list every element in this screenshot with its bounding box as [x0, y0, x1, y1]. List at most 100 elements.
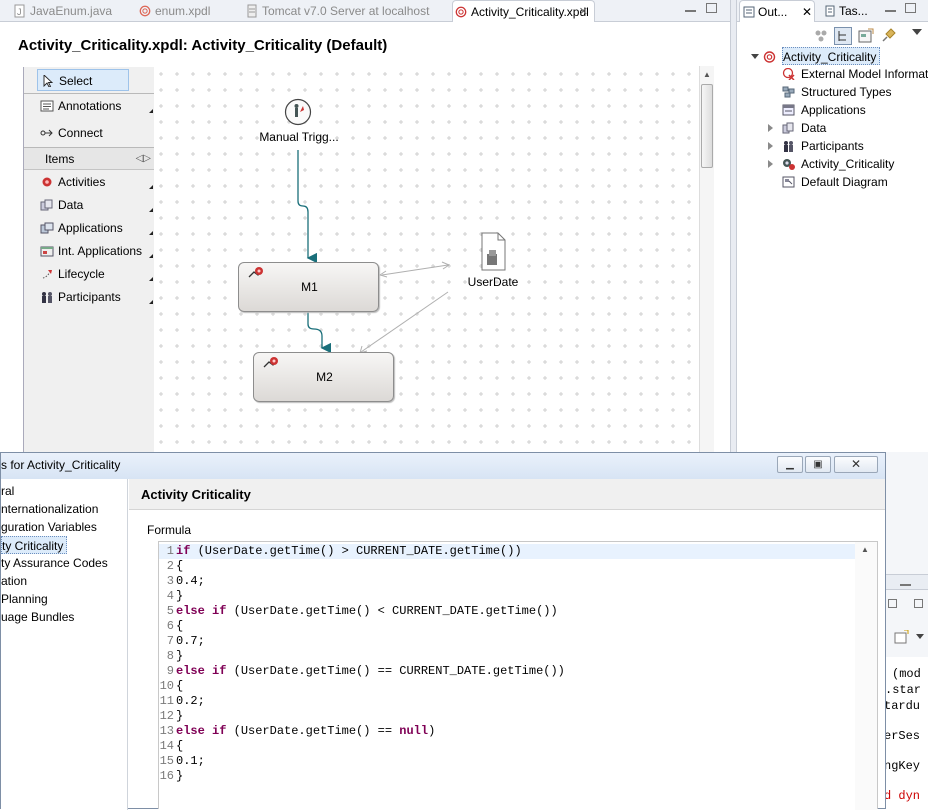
nav-item[interactable]: uage Bundles: [1, 608, 74, 626]
editor-tab-activity-criticality[interactable]: Activity_Criticality.xpdl ✕: [452, 0, 595, 22]
minimize-icon[interactable]: [885, 9, 896, 12]
code-line[interactable]: 10{: [159, 679, 855, 694]
nav-item-selected[interactable]: ty Criticality: [1, 536, 68, 554]
chevron-icon: [149, 277, 153, 281]
nav-item[interactable]: Planning: [1, 590, 48, 608]
palette-items-drawer-header[interactable]: Items ◁▷: [24, 148, 154, 170]
code-line[interactable]: 14{: [159, 739, 855, 754]
tab-tasks[interactable]: Tas...: [821, 0, 868, 22]
minimize-button[interactable]: ▁: [777, 456, 803, 473]
activity-m1[interactable]: M1: [238, 262, 379, 312]
manual-trigger-node[interactable]: [284, 98, 312, 126]
maximize-icon[interactable]: [706, 3, 717, 13]
activity-m2[interactable]: M2: [253, 352, 394, 402]
tab-outline[interactable]: Out... ✕: [739, 0, 815, 22]
outline-item-data[interactable]: Data: [768, 119, 827, 137]
code-line[interactable]: 4}: [159, 589, 855, 604]
formula-editor[interactable]: 1 if (UserDate.getTime() > CURRENT_DATE.g…: [158, 541, 878, 810]
close-button[interactable]: ✕: [834, 456, 878, 473]
code-line[interactable]: 15 0.1;: [159, 754, 855, 769]
tasks-icon: [825, 5, 835, 17]
outline-item-structured-types[interactable]: Structured Types: [782, 83, 892, 101]
expand-icon[interactable]: [768, 160, 773, 168]
expand-icon[interactable]: [751, 54, 759, 59]
code-line[interactable]: 11 0.2;: [159, 694, 855, 709]
view-icon[interactable]: [888, 599, 897, 608]
palette-item-activities[interactable]: Activities: [24, 171, 154, 193]
scroll-up-icon[interactable]: ▲: [703, 70, 711, 79]
palette-annotations-tool[interactable]: Annotations: [24, 95, 154, 117]
outline-item-participants[interactable]: Participants: [768, 137, 864, 155]
palette-item-applications[interactable]: Applications: [24, 217, 154, 239]
code-text: 0.1;: [176, 754, 205, 769]
code-line[interactable]: 5 else if (UserDate.getTime() < CURRENT_D…: [159, 604, 855, 619]
chevron-down-icon[interactable]: [916, 634, 924, 639]
code-line[interactable]: 3 0.4;: [159, 574, 855, 589]
nav-item[interactable]: nternationalization: [1, 500, 98, 518]
scroll-thumb[interactable]: [701, 84, 713, 168]
expand-icon[interactable]: [768, 124, 773, 132]
close-icon[interactable]: ✕: [802, 1, 812, 23]
nav-item[interactable]: ty Assurance Codes: [1, 554, 108, 572]
editor-tab-enum-xpdl[interactable]: enum.xpdl: [137, 0, 210, 22]
nav-item[interactable]: ral: [1, 482, 14, 500]
maximize-icon[interactable]: [905, 3, 916, 13]
dialog-title: s for Activity_Criticality: [1, 458, 121, 472]
palette-item-lifecycle[interactable]: Lifecycle: [24, 263, 154, 285]
editor-scrollbar[interactable]: ▲: [855, 542, 877, 810]
code-line[interactable]: 8}: [159, 649, 855, 664]
minimize-icon: ▁: [786, 459, 794, 470]
code-line[interactable]: 2{: [159, 559, 855, 574]
minimize-icon[interactable]: [900, 583, 911, 586]
code-line[interactable]: 16}: [159, 769, 855, 784]
maximize-button[interactable]: ▣: [805, 456, 831, 473]
editor-tab-tomcat[interactable]: Tomcat v7.0 Server at localhost: [244, 0, 429, 22]
svg-text:J: J: [17, 7, 22, 17]
editor-tab-javaenum[interactable]: J JavaEnum.java: [12, 0, 112, 22]
palette-connect-tool[interactable]: Connect: [24, 122, 154, 144]
code-line[interactable]: 6{: [159, 619, 855, 634]
code-token: (UserDate.getTime() == CURRENT_DATE.getT…: [226, 664, 565, 678]
view-icon[interactable]: [914, 599, 923, 608]
minimize-icon[interactable]: [685, 9, 696, 12]
outline-item-process[interactable]: Activity_Criticality: [768, 155, 894, 173]
close-icon[interactable]: ✕: [579, 1, 588, 23]
code-line[interactable]: 13 else if (UserDate.getTime() == null): [159, 724, 855, 739]
code-line[interactable]: 12}: [159, 709, 855, 724]
collapse-icon[interactable]: ◁▷: [136, 148, 151, 170]
outline-item-default-diagram[interactable]: Default Diagram: [782, 173, 888, 191]
canvas-scrollbar[interactable]: ▲: [699, 66, 714, 452]
new-item-icon[interactable]: [894, 630, 910, 644]
palette-item-int-applications[interactable]: Int. Applications: [24, 240, 154, 262]
view-menu-icon[interactable]: [912, 29, 922, 35]
view-sash[interactable]: [730, 0, 737, 452]
code-token: }: [176, 709, 184, 723]
palette-select-tool[interactable]: Select: [37, 69, 129, 91]
code-line[interactable]: 1 if (UserDate.getTime() > CURRENT_DATE.g…: [159, 544, 855, 559]
outline-item-label: Data: [801, 121, 827, 135]
tree-view-icon[interactable]: [834, 27, 852, 45]
annotation-icon: [40, 100, 54, 112]
dialog-titlebar[interactable]: s for Activity_Criticality ▁ ▣ ✕: [1, 453, 885, 479]
code-line[interactable]: 7 0.7;: [159, 634, 855, 649]
scroll-up-icon[interactable]: ▲: [861, 545, 869, 554]
palette-item-participants[interactable]: Participants: [24, 286, 154, 308]
outline-root[interactable]: Activity_Criticality: [751, 47, 881, 65]
code-text: 0.7;: [176, 634, 205, 649]
editor-tab-bar: J JavaEnum.java enum.xpdl Tomcat v7.0 Se…: [0, 0, 730, 22]
outline-item-applications[interactable]: Applications: [782, 101, 866, 119]
palette-item-data[interactable]: Data: [24, 194, 154, 216]
nav-item[interactable]: guration Variables: [1, 518, 97, 536]
expand-icon[interactable]: [768, 142, 773, 150]
diagram-view-icon[interactable]: [858, 28, 874, 44]
outline-item-external-model[interactable]: External Model Informat: [782, 65, 928, 83]
data-node-userdate[interactable]: [479, 232, 507, 272]
diagram-canvas[interactable]: [154, 66, 698, 452]
nav-item[interactable]: ation: [1, 572, 27, 590]
code-text: else if (UserDate.getTime() == CURRENT_D…: [176, 664, 565, 679]
code-text: else if (UserDate.getTime() < CURRENT_DA…: [176, 604, 558, 619]
filter-icon[interactable]: [814, 29, 828, 43]
code-line[interactable]: 9 else if (UserDate.getTime() == CURRENT_…: [159, 664, 855, 679]
pin-icon[interactable]: [880, 28, 896, 44]
tab-label: enum.xpdl: [155, 4, 211, 18]
